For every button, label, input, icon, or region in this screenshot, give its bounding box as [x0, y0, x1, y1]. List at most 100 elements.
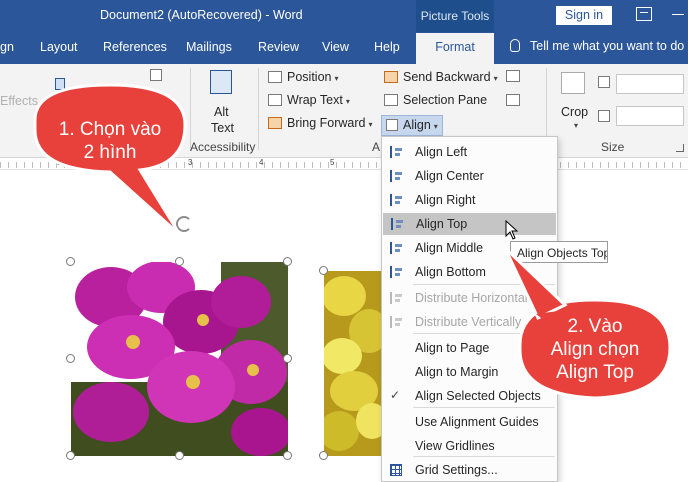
resize-handle[interactable]: [319, 266, 328, 275]
menu-item-label: Align Top: [416, 217, 468, 231]
align-icon: [386, 119, 398, 131]
menu-item-label: Align Left: [415, 145, 468, 159]
menu-item-align-top[interactable]: Align Top: [383, 213, 556, 235]
picture-style-icon[interactable]: [55, 78, 65, 90]
yellow-flower-photo[interactable]: [324, 271, 384, 456]
align-menu: Align Left Align Center Align Right Align T…: [381, 136, 558, 482]
resize-handle[interactable]: [283, 257, 292, 266]
tab-help[interactable]: Help: [374, 40, 400, 54]
tab-view[interactable]: View: [322, 40, 349, 54]
menu-item-label: Align to Page: [415, 341, 490, 355]
align-top-tooltip: Align Objects Top: [510, 241, 608, 263]
menu-item-view-gridlines[interactable]: View Gridlines: [382, 435, 557, 457]
alt-text-label-2: Text: [211, 121, 234, 135]
group-separator: [190, 68, 191, 150]
distribute-vertically-icon: [390, 316, 402, 328]
menu-item-align-right[interactable]: Align Right: [382, 189, 557, 211]
distribute-horizontally-icon: [390, 292, 402, 304]
tab-format[interactable]: Format: [416, 33, 494, 64]
align-bottom-icon: [390, 266, 402, 278]
tell-me-text: Tell me what you want to do: [530, 39, 685, 53]
menu-item-label: Distribute Horizontally: [415, 291, 537, 305]
resize-handle[interactable]: [175, 257, 184, 266]
align-left-icon: [390, 146, 402, 158]
menu-item-use-alignment-guides[interactable]: Use Alignment Guides: [382, 411, 557, 433]
align-button[interactable]: Align ▾: [381, 115, 443, 136]
selection-pane-icon: [384, 94, 398, 106]
resize-handle[interactable]: [66, 354, 75, 363]
callout-2-line-3: Align Top: [556, 362, 634, 383]
window-title: Document2 (AutoRecovered) - Word: [100, 8, 303, 22]
minimize-icon[interactable]: [672, 14, 684, 15]
tab-mailings[interactable]: Mailings: [186, 40, 232, 54]
arrange-group-label: A: [372, 140, 381, 154]
tab-layout[interactable]: Layout: [40, 40, 78, 54]
alt-text-icon: [210, 70, 232, 94]
tab-design[interactable]: gn: [0, 40, 14, 54]
resize-handle[interactable]: [175, 451, 184, 460]
size-group-label: Size: [601, 140, 625, 154]
sign-in-button[interactable]: Sign in: [556, 6, 612, 25]
alt-text-button[interactable]: Alt Text: [200, 68, 246, 138]
resize-handle[interactable]: [66, 257, 75, 266]
tab-references[interactable]: References: [103, 40, 167, 54]
yellow-flower-image: [324, 271, 384, 456]
menu-item-align-selected-objects[interactable]: ✓ Align Selected Objects: [382, 385, 557, 407]
resize-handle[interactable]: [283, 451, 292, 460]
bring-forward-icon: [268, 117, 282, 129]
tell-me-box[interactable]: Tell me what you want to do: [510, 39, 684, 53]
callout-1-line-2: 2 hình: [83, 142, 137, 163]
rotate-icon[interactable]: [506, 94, 520, 106]
ruler-number: 3: [188, 158, 193, 167]
resize-handle[interactable]: [66, 451, 75, 460]
context-tab-label: Picture Tools: [416, 0, 494, 32]
align-center-icon: [390, 170, 402, 182]
mouse-pointer-icon: [505, 220, 519, 240]
menu-item-align-center[interactable]: Align Center: [382, 165, 557, 187]
group-objects-icon[interactable]: [506, 70, 520, 82]
wrap-text-button[interactable]: Wrap Text ▾: [287, 93, 350, 107]
rotate-handle-icon[interactable]: [176, 216, 192, 232]
title-bar: Document2 (AutoRecovered) - Word Picture…: [0, 0, 688, 32]
send-backward-button[interactable]: Send Backward ▾: [403, 70, 498, 84]
crop-dropdown-icon[interactable]: ▾: [574, 121, 578, 130]
menu-item-label: View Gridlines: [415, 439, 495, 453]
tab-review[interactable]: Review: [258, 40, 299, 54]
grid-icon: [390, 464, 402, 476]
wrap-text-icon: [268, 94, 282, 106]
width-input[interactable]: [616, 106, 684, 126]
orchid-photo[interactable]: [71, 262, 288, 456]
menu-item-label: Grid Settings...: [415, 463, 498, 477]
callout-2-line-2: Align chọn: [550, 339, 640, 360]
menu-item-distribute-horizontally: Distribute Horizontally: [382, 287, 557, 309]
align-button-label: Align ▾: [403, 118, 438, 132]
position-button[interactable]: Position ▾: [287, 70, 339, 84]
bring-forward-button[interactable]: Bring Forward ▾: [287, 116, 373, 130]
menu-item-align-bottom[interactable]: Align Bottom: [382, 261, 557, 283]
resize-handle[interactable]: [283, 354, 292, 363]
menu-item-grid-settings[interactable]: Grid Settings...: [382, 459, 557, 481]
effects-button[interactable]: Effects: [0, 94, 38, 108]
send-backward-icon: [384, 71, 398, 83]
align-right-icon: [390, 194, 402, 206]
menu-item-label: Use Alignment Guides: [415, 415, 539, 429]
accessibility-group-label: Accessibility: [190, 140, 256, 154]
ribbon-display-options-icon[interactable]: [636, 7, 652, 21]
picture-layout-icon[interactable]: [150, 69, 162, 81]
menu-item-label: Align Center: [415, 169, 484, 183]
crop-button[interactable]: Crop: [561, 105, 588, 119]
callout-2-line-1: 2. Vào: [567, 316, 623, 337]
selection-pane-button[interactable]: Selection Pane: [403, 93, 487, 107]
position-icon: [268, 71, 282, 83]
crop-icon: [561, 72, 585, 94]
lightbulb-icon: [510, 39, 520, 52]
height-icon: [598, 76, 610, 88]
menu-item-label: Align Right: [415, 193, 476, 207]
width-icon: [598, 110, 610, 122]
resize-handle[interactable]: [319, 451, 328, 460]
height-input[interactable]: [616, 74, 684, 94]
align-top-icon: [391, 218, 403, 230]
menu-item-align-left[interactable]: Align Left: [382, 141, 557, 163]
size-dialog-launcher-icon[interactable]: [676, 144, 684, 152]
menu-item-label: Align Bottom: [415, 265, 486, 279]
